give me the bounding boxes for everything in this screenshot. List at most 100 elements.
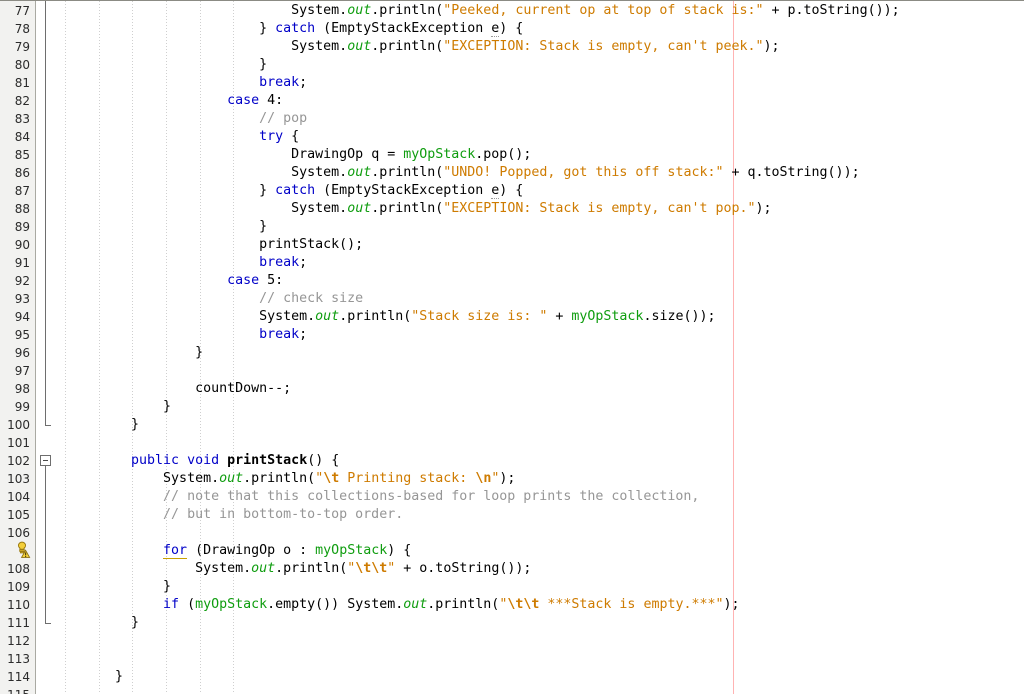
code-line[interactable]: } <box>99 614 139 632</box>
code-line[interactable]: System.out.println("\t Printing stack: \… <box>99 470 515 488</box>
line-number[interactable]: 115 <box>0 686 30 694</box>
line-number[interactable]: 98 <box>0 380 30 398</box>
code-line[interactable]: // note that this collections-based for … <box>99 488 699 506</box>
code-line[interactable]: if (myOpStack.empty()) System.out.printl… <box>99 596 740 614</box>
line-number[interactable]: 100 <box>0 416 30 434</box>
code-line[interactable]: // but in bottom-to-top order. <box>99 506 403 524</box>
code-line[interactable]: } catch (EmptyStackException e) { <box>99 20 523 38</box>
line-number[interactable]: 101 <box>0 434 30 452</box>
line-number[interactable]: 104 <box>0 488 30 506</box>
code-token-kw: case <box>227 93 260 108</box>
code-line[interactable]: } <box>99 416 139 434</box>
code-line[interactable]: } catch (EmptyStackException e) { <box>99 182 523 200</box>
line-number[interactable]: 87 <box>0 182 30 200</box>
code-line[interactable]: // check size <box>99 290 363 308</box>
code-line[interactable]: System.out.println("Stack size is: " + m… <box>99 308 715 326</box>
code-text-area[interactable]: System.out.println("Peeked, current op a… <box>0 1 1024 694</box>
code-line[interactable]: break; <box>99 74 307 92</box>
code-line[interactable]: break; <box>99 254 307 272</box>
code-token-plain: .println( <box>371 165 444 180</box>
code-line[interactable]: } <box>99 398 171 416</box>
code-token-pad <box>99 147 291 162</box>
line-number[interactable]: 93 <box>0 290 30 308</box>
line-number[interactable]: 82 <box>0 92 30 110</box>
code-line[interactable]: } <box>99 668 123 686</box>
code-token-plain: ); <box>723 597 740 612</box>
code-line[interactable]: System.out.println("Peeked, current op a… <box>99 2 899 20</box>
line-number[interactable]: 88 <box>0 200 30 218</box>
code-token-pad <box>99 219 259 234</box>
fold-collapse-button-printstack[interactable] <box>40 455 51 466</box>
line-number[interactable]: 77 <box>0 2 30 20</box>
code-token-fld: myOpStack <box>315 543 388 558</box>
line-number[interactable]: 85 <box>0 146 30 164</box>
warning-lightbulb-icon[interactable] <box>13 541 31 559</box>
code-token-str: "EXCEPTION: Stack is empty, can't peek." <box>443 39 764 54</box>
code-editor[interactable]: 77 78 79 80 81 82 83 84 85 86 87 88 89 90 91 92 93 94 95 96… <box>0 0 1024 694</box>
code-line[interactable]: } <box>99 56 267 74</box>
code-token-str: " <box>491 471 500 486</box>
code-line[interactable]: System.out.println("EXCEPTION: Stack is … <box>99 38 779 56</box>
line-number[interactable]: 94 <box>0 308 30 326</box>
line-number[interactable]: 113 <box>0 650 30 668</box>
line-number[interactable]: 90 <box>0 236 30 254</box>
line-number[interactable]: 78 <box>0 20 30 38</box>
code-line[interactable]: printStack(); <box>99 236 363 254</box>
code-line[interactable]: System.out.println("UNDO! Popped, got th… <box>99 164 859 182</box>
code-token-plain: System. <box>291 165 348 180</box>
line-number[interactable]: 95 <box>0 326 30 344</box>
line-number[interactable]: 105 <box>0 506 30 524</box>
code-line[interactable]: } <box>99 578 171 596</box>
code-line[interactable]: // pop <box>99 110 307 128</box>
code-token-kw: break <box>259 75 300 90</box>
line-number[interactable]: 91 <box>0 254 30 272</box>
code-line[interactable]: for (DrawingOp o : myOpStack) { <box>99 542 411 560</box>
code-token-pad <box>99 237 259 252</box>
code-token-plain: } <box>115 669 124 684</box>
code-line[interactable]: public void printStack() { <box>99 452 339 470</box>
right-margin-line <box>733 1 734 694</box>
code-token-plain: } <box>259 183 276 198</box>
line-number[interactable]: 102 <box>0 452 30 470</box>
code-line[interactable]: case 5: <box>99 272 283 290</box>
line-number[interactable]: 83 <box>0 110 30 128</box>
line-number[interactable]: 99 <box>0 398 30 416</box>
line-number-gutter[interactable]: 77 78 79 80 81 82 83 84 85 86 87 88 89 90 91 92 93 94 95 96… <box>0 1 36 694</box>
code-line[interactable]: countDown--; <box>99 380 291 398</box>
line-number[interactable]: 111 <box>0 614 30 632</box>
code-token-pad <box>99 21 259 36</box>
code-line[interactable]: } <box>99 218 267 236</box>
line-number[interactable]: 81 <box>0 74 30 92</box>
code-token-plain: } <box>163 399 172 414</box>
code-token-pad <box>99 39 291 54</box>
line-number[interactable]: 108 <box>0 560 30 578</box>
code-token-fld: myOpStack <box>195 597 268 612</box>
line-number[interactable]: 84 <box>0 128 30 146</box>
line-number[interactable]: 97 <box>0 362 30 380</box>
line-number[interactable]: 80 <box>0 56 30 74</box>
line-number[interactable]: 112 <box>0 632 30 650</box>
code-token-plain: (DrawingOp o : <box>187 543 316 558</box>
code-token-plain: ; <box>299 255 308 270</box>
code-line[interactable]: case 4: <box>99 92 283 110</box>
code-line[interactable]: } <box>99 344 203 362</box>
line-number[interactable]: 92 <box>0 272 30 290</box>
code-token-str: ***Stack is empty.***" <box>539 597 724 612</box>
line-number[interactable]: 79 <box>0 38 30 56</box>
code-token-cmt: // note that this collections-based for … <box>163 489 700 504</box>
line-number[interactable]: 110 <box>0 596 30 614</box>
code-line[interactable]: System.out.println("\t\t" + o.toString()… <box>99 560 531 578</box>
line-number[interactable]: 86 <box>0 164 30 182</box>
line-number[interactable]: 109 <box>0 578 30 596</box>
code-folding-column[interactable] <box>37 1 59 694</box>
line-number[interactable]: 114 <box>0 668 30 686</box>
line-number[interactable]: 89 <box>0 218 30 236</box>
line-number[interactable]: 106 <box>0 524 30 542</box>
line-number[interactable]: 96 <box>0 344 30 362</box>
code-line[interactable]: DrawingOp q = myOpStack.pop(); <box>99 146 531 164</box>
line-number[interactable]: 103 <box>0 470 30 488</box>
code-token-plain: .println( <box>371 201 444 216</box>
code-token-esc: \t\t <box>355 561 388 576</box>
code-line[interactable]: break; <box>99 326 307 344</box>
